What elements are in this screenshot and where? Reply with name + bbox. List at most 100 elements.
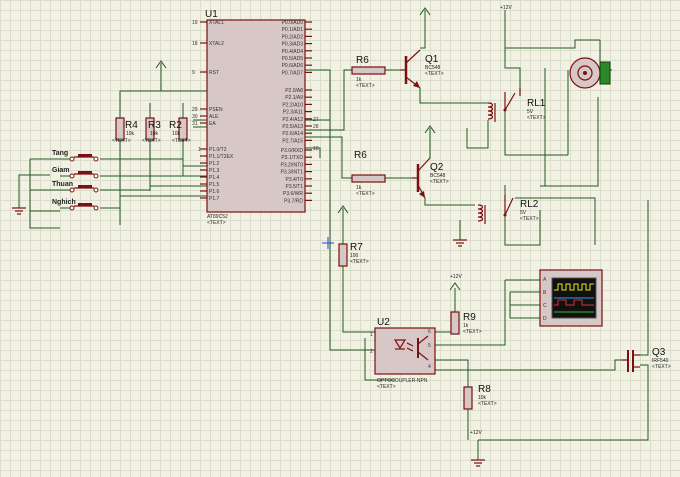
scope-channel-c: C	[543, 303, 547, 309]
pin-num-ale: 30	[192, 114, 198, 120]
r6b-ref: R6	[354, 150, 367, 161]
rl1-ref: RL1	[527, 98, 546, 109]
schematic-canvas[interactable]: U1 AT89C52 <TEXT> XTAL1XTAL2RSTPSENALEEA…	[0, 0, 680, 477]
scope-channel-d: D	[543, 316, 547, 322]
u1-left-pin-label: XTAL2	[209, 41, 224, 47]
u2-optocoupler[interactable]: U2 OPTOCOUPLER-NPN <TEXT> 1 2 6 5 4	[370, 317, 436, 390]
u1-right-pin-label: P0.7/AD7	[282, 70, 304, 76]
resistor-r7[interactable]: R7 100 <TEXT>	[338, 242, 369, 267]
dc-motor-icon[interactable]	[569, 57, 611, 89]
relay-rl2[interactable]: RL2 5V <TEXT>	[477, 195, 539, 224]
u1-right-pin-label: P0.1/AD1	[282, 27, 304, 33]
mosfet-q3[interactable]: Q3 IRF540 <TEXT>	[622, 347, 671, 372]
u1-right-pin-label: P3.7/RD	[284, 198, 303, 204]
switch-label: Thuan	[52, 181, 73, 188]
r2-ref: R2	[169, 120, 182, 131]
u1-right-pin-label: P0.6/AD6	[282, 63, 304, 69]
u2-text: <TEXT>	[377, 384, 396, 390]
switch-giam[interactable]: Giam	[52, 167, 99, 179]
resistor-r2[interactable]: R2 10k <TEXT>	[169, 117, 191, 144]
q3-ref: Q3	[652, 347, 666, 358]
u1-right-pin-label: P0.5/AD5	[282, 56, 304, 62]
u1-left-pin-label: P1.7	[209, 196, 220, 202]
oscilloscope[interactable]: A B C D	[539, 269, 603, 327]
u1-left-pin-label: RST	[209, 70, 219, 76]
u1-right-pin-label: P0.2/AD2	[282, 34, 304, 40]
u1-right-pin-label: P0.4/AD4	[282, 49, 304, 55]
u1-right-pin-label: P3.5/T1	[285, 184, 303, 190]
u1-left-pin-label: P1.1/T2EX	[209, 154, 234, 160]
power-label-top: +12V	[500, 5, 512, 11]
q1-text: <TEXT>	[425, 71, 444, 77]
pin-num-psen: 29	[192, 107, 198, 113]
u1-right-pin-label: P3.6/WR	[283, 191, 303, 197]
resistor-r6-q2[interactable]: R6 1k <TEXT>	[351, 150, 386, 197]
resistor-r4[interactable]: R4 10k <TEXT>	[112, 117, 138, 144]
u1-right-pin-label: P2.1/A9	[285, 95, 303, 101]
u1-right-pin-label: P2.6/A14	[282, 131, 303, 137]
r3-value: 10k	[150, 131, 159, 137]
switch-label: Tang	[52, 150, 68, 157]
u1-right-pin-label: P0.3/AD3	[282, 42, 304, 48]
r4-value: 10k	[126, 131, 135, 137]
q2-text: <TEXT>	[430, 179, 449, 185]
rl1-text: <TEXT>	[527, 115, 546, 121]
pin-num-p3-0: 10	[313, 146, 319, 152]
q2-ref: Q2	[430, 162, 444, 173]
r9-ref: R9	[463, 312, 476, 323]
u1-right-pin-label: P2.7/A15	[282, 138, 303, 144]
transistor-q2[interactable]: Q2 BC548 <TEXT>	[412, 157, 449, 199]
resistor-r3[interactable]: R3 10k <TEXT>	[142, 117, 161, 144]
u1-right-pin-label: P3.3/INT1	[280, 170, 303, 176]
u1-left-pin-label: ALE	[209, 114, 219, 120]
u1-left-pin-label: P1.3	[209, 168, 220, 174]
transistor-q1[interactable]: Q1 BC548 <TEXT>	[400, 49, 444, 89]
u2-ref: U2	[377, 317, 390, 328]
u1-right-pin-label: P3.4/T0	[285, 177, 303, 183]
u2-pin-6: 6	[428, 329, 431, 335]
r6a-ref: R6	[356, 55, 369, 66]
u1-right-pin-label: P2.3/A11	[283, 110, 303, 116]
r4-ref: R4	[125, 120, 138, 131]
r7-text: <TEXT>	[350, 259, 369, 265]
schematic-sheet[interactable]: U1 AT89C52 <TEXT> XTAL1 XTAL2 RST PSEN ALE EA…	[0, 0, 680, 477]
u1-left-pin-label: P1.0/T2	[209, 147, 227, 153]
u2-pin-4: 4	[428, 364, 431, 370]
u1-right-pin-label: P2.0/A8	[285, 88, 303, 94]
u1-right-pin-label: P0.0/AD0	[282, 20, 304, 26]
u1-left-pin-label: P1.6	[209, 189, 220, 195]
u1-right-pin-label: P3.0/RXD	[281, 148, 304, 154]
u1-right-pin-label: P2.2/A10	[282, 102, 303, 108]
u1-text: <TEXT>	[207, 220, 226, 226]
r6b-text: <TEXT>	[356, 191, 375, 197]
u1-microcontroller[interactable]: U1 AT89C52 <TEXT> XTAL1XTAL2RSTPSENALEEA…	[192, 9, 319, 226]
u1-right-pin-label: P3.2/INT0	[280, 162, 303, 168]
r4-text: <TEXT>	[112, 138, 131, 144]
r7-ref: R7	[350, 242, 363, 253]
resistor-r8[interactable]: R8 10k <TEXT>	[463, 384, 497, 410]
ground-q2	[453, 239, 467, 247]
ground-left	[12, 207, 26, 215]
resistor-r6-q1[interactable]: R6 1k <TEXT>	[351, 55, 386, 89]
relay-rl1[interactable]: RL1 5V <TEXT>	[487, 88, 546, 122]
u1-ref: U1	[205, 9, 218, 20]
u1-right-pin-label: P3.1/TXD	[281, 155, 303, 161]
resistor-r9[interactable]: R9 1k <TEXT>	[450, 311, 482, 335]
u1-left-pin-label: P1.2	[209, 161, 220, 167]
switch-nghich[interactable]: Nghich	[52, 199, 99, 211]
pin-num-p2-6: 27	[313, 117, 319, 123]
r2-value: 10k	[172, 131, 181, 137]
pin-num-xtal1: 19	[192, 20, 198, 26]
q1-ref: Q1	[425, 54, 439, 65]
u1-right-pin-label: P2.4/A12	[282, 117, 303, 123]
r9-text: <TEXT>	[463, 329, 482, 335]
pin-num-p2-7: 28	[313, 124, 319, 130]
switch-label: Nghich	[52, 199, 76, 206]
u1-left-pin-label: XTAL1	[209, 20, 224, 26]
rl2-text: <TEXT>	[520, 216, 539, 222]
u1-left-pin-label: EA	[209, 121, 216, 127]
u2-pin-5: 5	[428, 343, 431, 349]
pin-num-rst: 9	[192, 70, 195, 76]
cursor-cross-icon	[322, 237, 334, 249]
power-label-mid: +12V	[450, 274, 462, 280]
